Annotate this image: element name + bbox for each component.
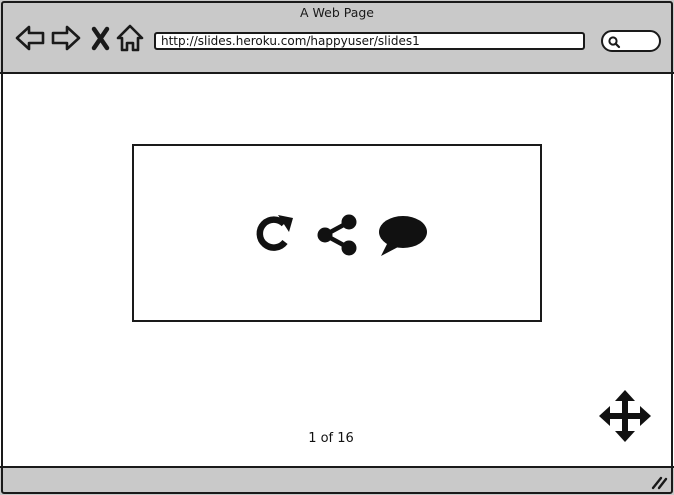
forward-button[interactable] (50, 22, 82, 54)
window-title: A Web Page (299, 5, 374, 20)
search-field[interactable] (601, 30, 661, 52)
refresh-button[interactable] (251, 211, 297, 259)
share-icon (317, 214, 357, 256)
slide-panel (132, 144, 542, 322)
browser-window: A Web Page http://slides.heroku.com/happ… (0, 0, 674, 495)
status-bar (0, 466, 674, 495)
search-icon (608, 36, 621, 49)
page-counter: 1 of 16 (308, 431, 354, 446)
share-button[interactable] (315, 211, 361, 259)
url-field[interactable]: http://slides.heroku.com/happyuser/slide… (154, 32, 585, 50)
back-button[interactable] (14, 22, 46, 54)
comment-icon (379, 216, 427, 256)
arrow-right-icon (51, 25, 81, 51)
comment-button[interactable] (374, 211, 430, 259)
arrow-left-icon (15, 25, 45, 51)
status-bar-divider (0, 466, 674, 468)
browser-toolbar: A Web Page http://slides.heroku.com/happ… (0, 0, 674, 74)
move-handle[interactable] (599, 390, 651, 442)
resize-grip-icon (651, 476, 668, 490)
page-content: 1 of 16 (0, 74, 674, 467)
home-icon (116, 24, 144, 52)
move-icon (599, 390, 651, 442)
home-button[interactable] (114, 22, 146, 54)
refresh-icon (256, 215, 293, 251)
resize-grip[interactable] (650, 474, 668, 490)
close-icon (91, 26, 110, 51)
